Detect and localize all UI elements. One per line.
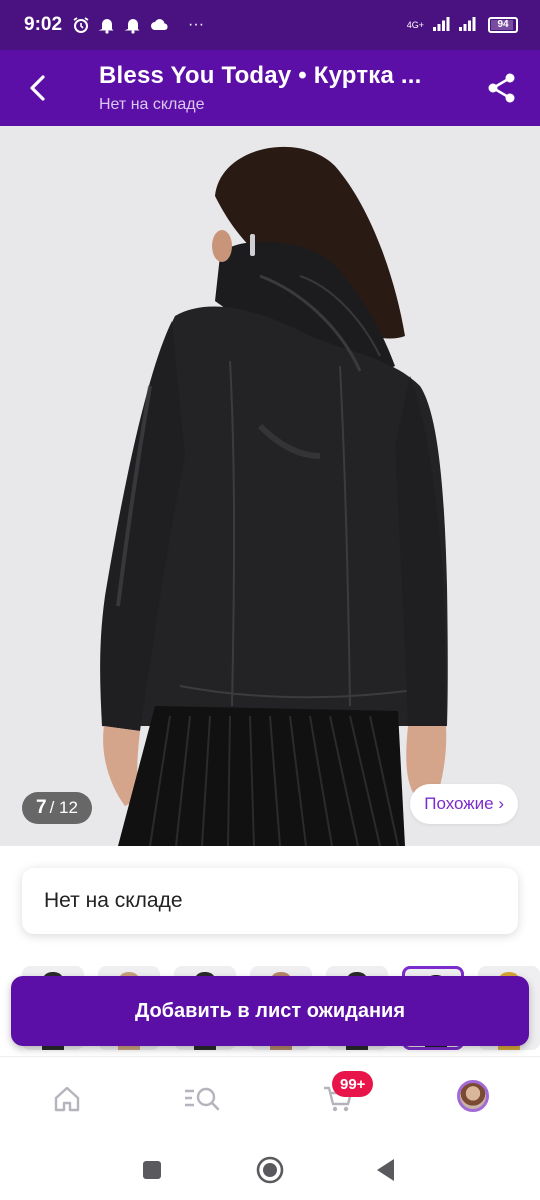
- back-arrow-icon: [30, 75, 45, 101]
- cart-count-badge: 99+: [332, 1071, 374, 1097]
- signal-icon: [432, 16, 450, 35]
- network-type: 4G+: [406, 20, 424, 30]
- more-notifications: ···: [188, 16, 205, 33]
- add-to-waitlist-button[interactable]: Добавить в лист ожидания: [11, 976, 529, 1046]
- system-navigation-bar: [0, 1140, 540, 1200]
- similar-products-button[interactable]: Похожие ›: [410, 784, 518, 824]
- image-counter: 7 / 12: [22, 792, 92, 824]
- catalog-search-icon: [185, 1087, 220, 1111]
- recent-apps-icon: [143, 1161, 161, 1179]
- home-button[interactable]: [254, 1154, 286, 1186]
- cloud-icon: [150, 16, 168, 34]
- page-title: Bless You Today • Куртка ...: [99, 62, 422, 89]
- battery-indicator: 94: [488, 17, 518, 33]
- share-button[interactable]: [484, 70, 520, 106]
- back-button[interactable]: [18, 68, 58, 108]
- notification-bell-icon: [98, 16, 116, 34]
- stock-status-card[interactable]: Нет на складе: [22, 868, 518, 934]
- total-images: / 12: [49, 798, 78, 817]
- profile-avatar[interactable]: [457, 1080, 489, 1112]
- notification-bell-icon: [124, 16, 142, 34]
- recent-apps-button[interactable]: [136, 1154, 168, 1186]
- product-photo[interactable]: [0, 126, 540, 846]
- home-icon: [54, 1086, 80, 1112]
- clock: 9:02: [24, 14, 63, 35]
- product-image-jacket: [0, 126, 540, 846]
- app-bar: Bless You Today • Куртка ... Нет на скла…: [0, 50, 540, 126]
- back-triangle-icon: [377, 1159, 394, 1181]
- signal-icon: [458, 16, 480, 35]
- stock-status-label: Нет на складе: [44, 889, 183, 912]
- back-system-button[interactable]: [370, 1154, 402, 1186]
- current-image-index: 7: [36, 797, 47, 818]
- share-icon: [488, 73, 515, 103]
- nav-home[interactable]: [47, 1079, 87, 1119]
- alarm-icon: [72, 16, 90, 34]
- page-subtitle: Нет на складе: [99, 96, 205, 113]
- status-bar: 9:02 ··· 4G+ 94: [0, 0, 540, 50]
- nav-catalog[interactable]: [182, 1079, 222, 1119]
- home-circle-icon: [256, 1156, 284, 1184]
